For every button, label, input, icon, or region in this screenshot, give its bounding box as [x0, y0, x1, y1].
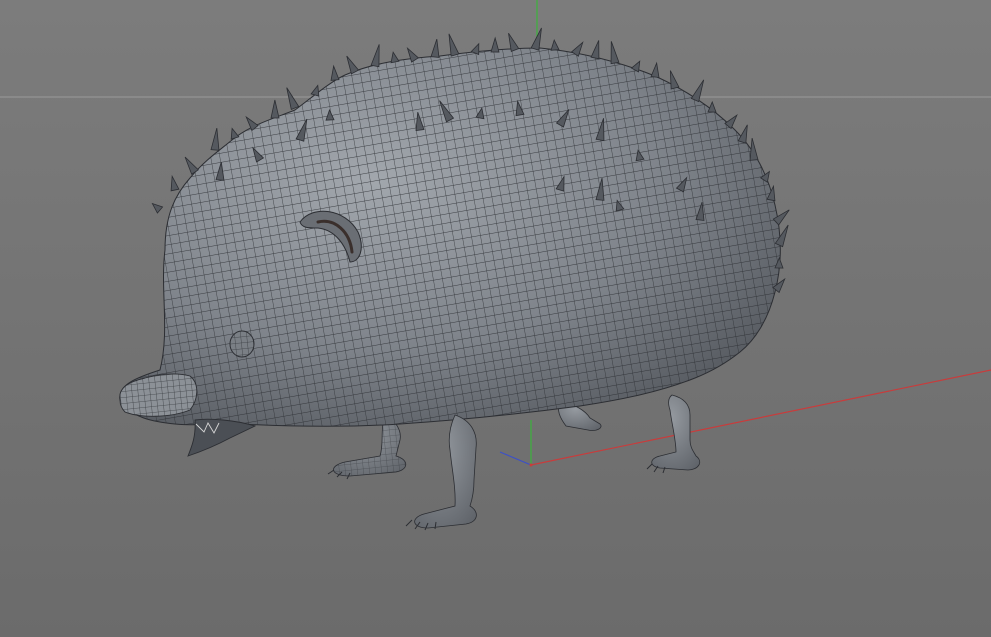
viewport-canvas[interactable]: [0, 0, 991, 637]
world-origin: [529, 463, 533, 467]
eye-mesh: [230, 331, 254, 357]
3d-viewport[interactable]: [0, 0, 991, 637]
